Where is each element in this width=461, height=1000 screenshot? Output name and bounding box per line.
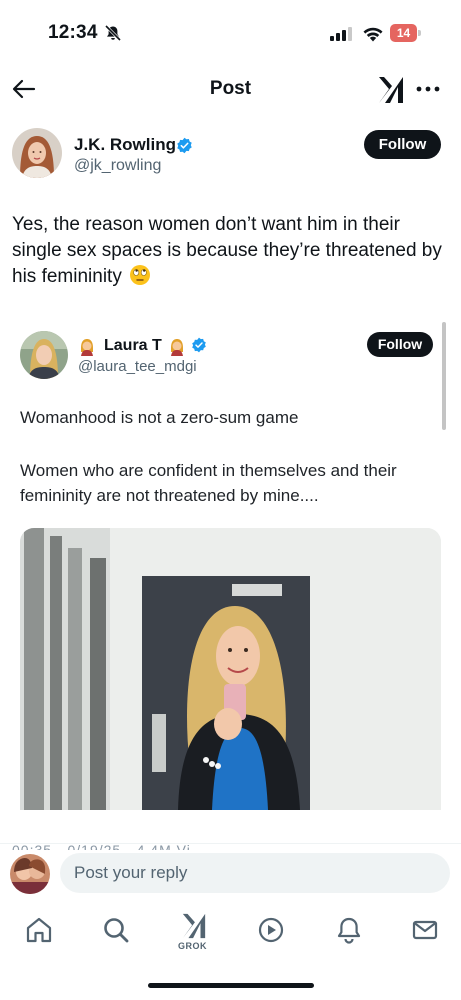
lawyer-emoji-icon-2: [171, 339, 183, 356]
play-icon[interactable]: [256, 915, 286, 945]
face-with-rolling-eyes-icon: [130, 265, 151, 285]
quote-text-line2: Women who are confident in themselves an…: [20, 461, 397, 505]
quote-scrollbar[interactable]: [442, 322, 446, 430]
more-horizontal-icon[interactable]: [416, 84, 440, 94]
quote-follow-button[interactable]: Follow: [367, 332, 433, 357]
mail-icon[interactable]: [410, 915, 440, 945]
quote-author-name[interactable]: Laura T: [104, 337, 162, 355]
post-text-body: Yes, the reason women don’t want him in …: [12, 214, 442, 287]
battery-icon: 14: [390, 24, 422, 42]
post-meta-partial: 00:35 · 0/19/25 · 4.4M Vi: [12, 838, 202, 850]
lawyer-emoji-icon: [81, 339, 93, 356]
grok-label[interactable]: GROK: [178, 941, 207, 951]
verified-badge-icon: [177, 137, 192, 154]
bell-icon[interactable]: [334, 915, 364, 945]
battery-level: 14: [390, 24, 417, 42]
author-handle[interactable]: @jk_rowling: [74, 157, 161, 175]
search-icon[interactable]: [101, 915, 131, 945]
status-time: 12:34: [48, 22, 98, 43]
quote-text-line1: Womanhood is not a zero-sum game: [20, 408, 299, 427]
signal-icon: [330, 27, 352, 41]
xai-logo-icon[interactable]: [377, 75, 405, 105]
quote-author-handle[interactable]: @laura_tee_mdgi: [78, 358, 197, 375]
reply-divider: [0, 843, 461, 844]
reply-field[interactable]: [60, 853, 450, 893]
quote-verified-badge-icon: [192, 337, 206, 353]
follow-button[interactable]: Follow: [364, 130, 441, 159]
author-name[interactable]: J.K. Rowling: [74, 135, 176, 155]
wifi-icon: [363, 27, 383, 42]
reply-user-avatar[interactable]: [10, 854, 50, 894]
home-indicator[interactable]: [148, 983, 314, 988]
post-text: Yes, the reason women don’t want him in …: [12, 212, 448, 290]
grok-icon[interactable]: [181, 912, 207, 940]
quote-photo[interactable]: [20, 528, 441, 810]
reply-input[interactable]: [74, 853, 434, 893]
bell-slash-icon: [104, 24, 122, 42]
author-avatar[interactable]: [12, 128, 62, 178]
quote-author-avatar[interactable]: [20, 331, 68, 379]
home-icon[interactable]: [24, 915, 54, 945]
